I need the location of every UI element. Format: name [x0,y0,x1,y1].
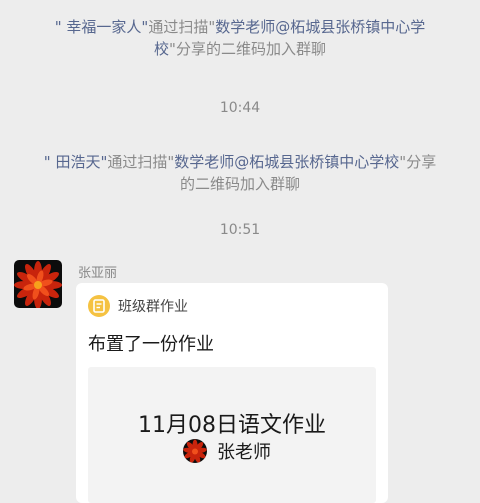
via-text: 通过扫描 [107,153,168,171]
card-header: 班级群作业 [88,295,188,317]
teacher-name: 张老师 [217,442,271,463]
homework-card[interactable]: 班级群作业 布置了一份作业 11月08日语文作业 张老师 [76,283,388,503]
timestamp: 10:51 [219,222,261,238]
sender-avatar[interactable] [14,260,62,308]
system-message-join-2: " 田浩天"通过扫描"数学老师@柘城县张桥镇中心学校"分享的二维码加入群聊 [40,151,440,195]
sender-name: 张亚丽 [78,266,118,281]
quote-close: " [169,40,176,58]
joined-user-name[interactable]: 田浩天 [51,153,100,171]
system-message-join-1: " 幸福一家人"通过扫描"数学老师@柘城县张桥镇中心学校"分享的二维码加入群聊 [40,16,440,60]
homework-title: 11月08日语文作业 [138,413,326,438]
timestamp: 10:44 [219,100,261,116]
teacher-row: 张老师 [183,439,271,463]
app-name: 班级群作业 [118,299,188,315]
red-flower-avatar-icon [14,260,62,308]
inviter-name[interactable]: 数学老师@柘城县张桥镇中心学校 [174,153,399,171]
join-action-text: 分享的二维码加入群聊 [175,40,326,58]
red-flower-avatar-icon [183,439,207,463]
quote-open: " [54,18,62,36]
card-description: 布置了一份作业 [88,334,214,355]
homework-app-icon [88,295,110,317]
via-text: 通过扫描 [148,18,209,36]
quote-open: " [43,153,51,171]
teacher-avatar [183,439,207,463]
homework-preview[interactable]: 11月08日语文作业 张老师 [88,367,376,503]
joined-user-name[interactable]: 幸福一家人 [62,18,141,36]
